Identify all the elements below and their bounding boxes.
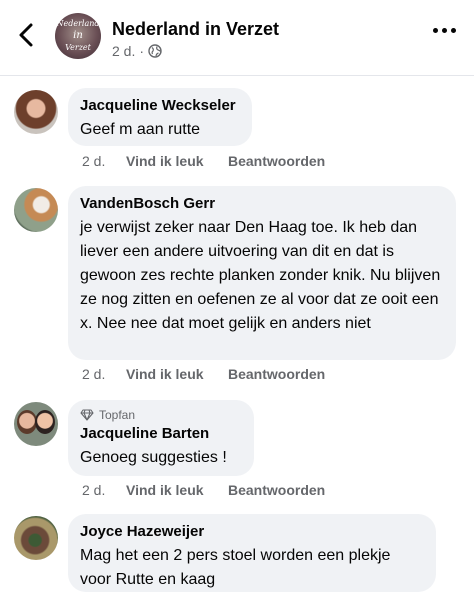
meta-separator: ·	[139, 43, 145, 59]
avatar[interactable]	[14, 402, 58, 446]
page-avatar-text-3: Verzet	[65, 43, 91, 52]
comment-actions: 2 d. Vind ik leuk Beantwoorden	[82, 153, 325, 169]
like-button[interactable]: Vind ik leuk	[126, 366, 228, 382]
page-header: Nederland in Verzet Nederland in Verzet …	[0, 0, 474, 76]
badge-label: Topfan	[99, 408, 136, 422]
avatar[interactable]	[14, 90, 58, 134]
comment-author[interactable]: VandenBosch Gerr	[80, 194, 444, 214]
like-button[interactable]: Vind ik leuk	[126, 482, 228, 498]
globe-icon	[148, 44, 162, 58]
topfan-badge: Topfan	[80, 408, 242, 422]
comment-bubble: Joyce Hazeweijer Mag het een 2 pers stoe…	[68, 514, 436, 592]
comment-text: Geef m aan rutte	[80, 121, 201, 138]
more-options-icon[interactable]	[433, 28, 456, 33]
comment-bubble: VandenBosch Gerr je verwijst zeker naar …	[68, 186, 456, 360]
comment-text: je verwijst zeker naar Den Haag toe. Ik …	[80, 219, 441, 332]
comment-author[interactable]: Jacqueline Weckseler	[80, 96, 240, 116]
reply-button[interactable]: Beantwoorden	[228, 482, 325, 498]
comment-text: Genoeg suggesties !	[80, 449, 227, 466]
comment-time[interactable]: 2 d.	[82, 153, 126, 169]
back-arrow-icon[interactable]	[14, 22, 40, 48]
reply-button[interactable]: Beantwoorden	[228, 153, 325, 169]
avatar[interactable]	[14, 188, 58, 232]
post-meta: 2 d. ·	[112, 43, 162, 59]
comment-actions: 2 d. Vind ik leuk Beantwoorden	[82, 482, 325, 498]
comment-author[interactable]: Jacqueline Barten	[80, 424, 242, 444]
comment-bubble: Jacqueline Weckseler Geef m aan rutte	[68, 88, 252, 146]
page-avatar[interactable]: Nederland in Verzet	[55, 13, 101, 59]
page-title[interactable]: Nederland in Verzet	[112, 19, 279, 40]
reply-button[interactable]: Beantwoorden	[228, 366, 325, 382]
comment-author[interactable]: Joyce Hazeweijer	[80, 522, 424, 542]
page-avatar-text-2: in	[73, 30, 83, 41]
diamond-icon	[80, 409, 94, 421]
comment-actions: 2 d. Vind ik leuk Beantwoorden	[82, 366, 325, 382]
like-button[interactable]: Vind ik leuk	[126, 153, 228, 169]
post-time[interactable]: 2 d.	[112, 43, 135, 59]
page-avatar-text-1: Nederland	[56, 19, 100, 28]
comment-text: Mag het een 2 pers stoel worden een plek…	[80, 547, 391, 588]
comment-bubble: Topfan Jacqueline Barten Genoeg suggesti…	[68, 400, 254, 476]
comment-time[interactable]: 2 d.	[82, 482, 126, 498]
comment-time[interactable]: 2 d.	[82, 366, 126, 382]
avatar[interactable]	[14, 516, 58, 560]
